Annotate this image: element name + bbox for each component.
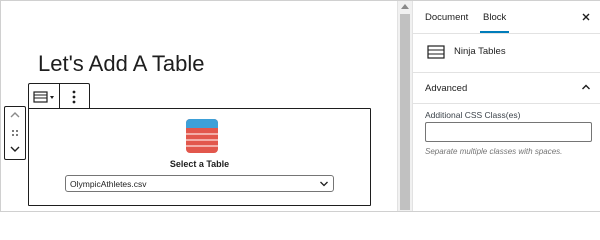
block-mover [4, 106, 26, 160]
block-card: Ninja Tables [413, 34, 600, 73]
sidebar-tabs: Document Block [413, 1, 600, 34]
ninja-tables-icon [186, 119, 218, 153]
scroll-up-arrow-icon[interactable] [401, 4, 409, 9]
advanced-panel-toggle[interactable]: Advanced [413, 73, 600, 104]
page-title[interactable]: Let's Add A Table [38, 51, 205, 77]
chevron-up-icon [582, 84, 590, 90]
block-type-switcher[interactable] [29, 84, 60, 110]
css-class-help: Separate multiple classes with spaces. [425, 147, 563, 156]
chevron-down-icon[interactable] [8, 143, 22, 155]
advanced-panel-title: Advanced [425, 83, 468, 94]
css-class-label: Additional CSS Class(es) [425, 110, 521, 120]
more-options-button[interactable] [60, 84, 89, 110]
editor-canvas: Let's Add A Table Select a Table Olympic… [1, 1, 397, 211]
tab-document[interactable]: Document [425, 1, 468, 33]
select-table-heading: Select a Table [169, 159, 230, 169]
scrollbar-thumb[interactable] [400, 14, 410, 210]
close-icon[interactable] [581, 12, 591, 22]
table-block-icon [33, 91, 54, 103]
block-card-title: Ninja Tables [454, 46, 506, 57]
drag-handle-icon[interactable] [8, 127, 22, 139]
chevron-down-icon [320, 181, 328, 187]
table-select-value: OlympicAthletes.csv [70, 179, 147, 189]
table-select[interactable]: OlympicAthletes.csv [65, 175, 334, 192]
settings-sidebar: Document Block Ninja Tables Advanced Add… [412, 1, 600, 211]
editor-scrollbar[interactable] [397, 1, 412, 211]
tab-block[interactable]: Block [480, 1, 510, 33]
block-toolbar [28, 83, 90, 111]
css-class-input[interactable] [425, 122, 592, 142]
ninja-tables-block[interactable]: Select a Table OlympicAthletes.csv [28, 108, 371, 206]
table-block-icon [427, 45, 445, 59]
chevron-up-icon[interactable] [8, 109, 22, 121]
vertical-ellipsis-icon [72, 90, 76, 104]
